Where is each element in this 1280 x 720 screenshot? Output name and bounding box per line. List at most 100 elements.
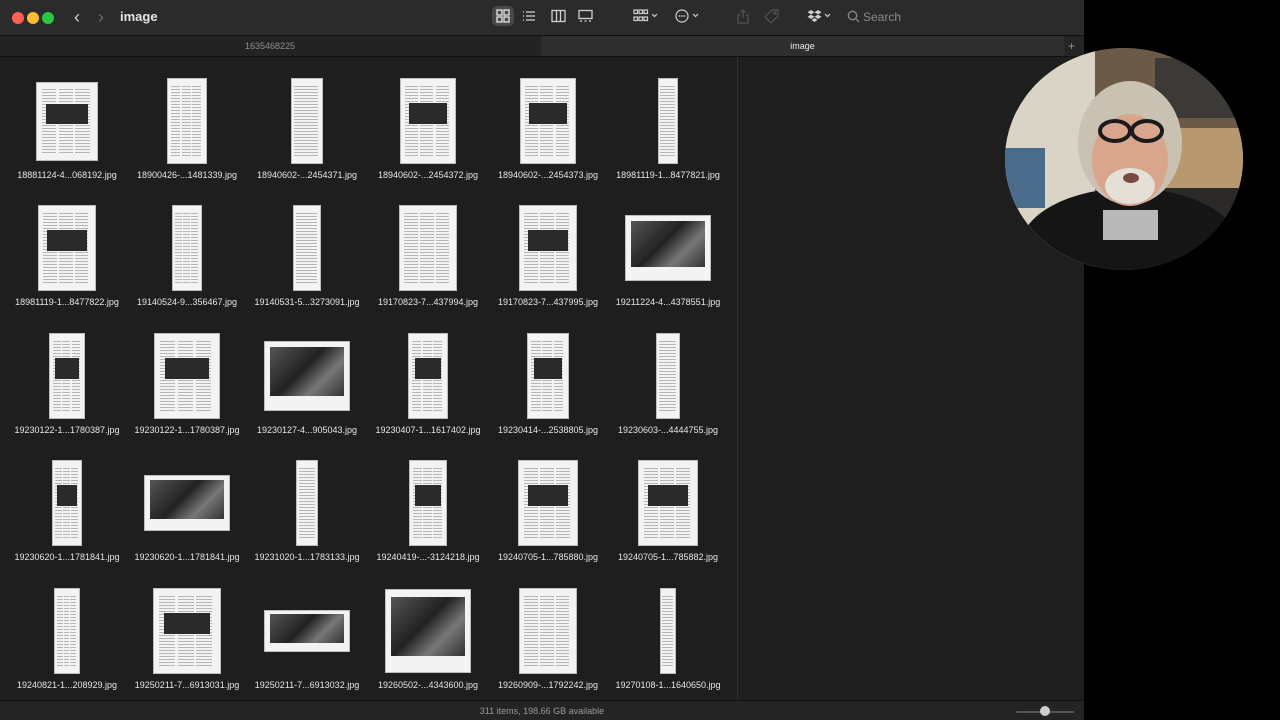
file-thumbnail[interactable] (638, 460, 698, 546)
file-name: 18981119-1...8477821.jpg (616, 170, 720, 180)
file-thumbnail[interactable] (167, 78, 207, 164)
dropbox-icon[interactable] (807, 9, 833, 25)
file-item[interactable]: 19230620-1...1781841.jpg (127, 460, 247, 580)
file-thumbnail[interactable] (400, 78, 456, 164)
file-thumbnail[interactable] (658, 78, 678, 164)
file-item[interactable]: 19170823-7...437995.jpg (488, 205, 608, 325)
file-item[interactable]: 19240419-...-3124218.jpg (368, 460, 488, 580)
file-item[interactable]: 19250211-7...6913031.jpg (127, 588, 247, 708)
file-thumbnail[interactable] (409, 460, 447, 546)
file-thumbnail[interactable] (527, 333, 569, 419)
file-thumbnail[interactable] (154, 333, 220, 419)
zoom-window-button[interactable] (42, 12, 54, 24)
file-item[interactable]: 19230127-4...905043.jpg (247, 333, 367, 453)
toolbar: ‹ › image Search (0, 0, 1084, 36)
file-item[interactable]: 19170823-7...437994.jpg (368, 205, 488, 325)
presenter-video-image (1005, 48, 1243, 270)
share-icon[interactable] (737, 9, 749, 25)
file-thumbnail[interactable] (172, 205, 202, 291)
file-thumbnail[interactable] (660, 588, 676, 674)
file-thumbnail[interactable] (38, 205, 96, 291)
file-thumbnail[interactable] (153, 588, 221, 674)
icon-view-icon[interactable] (496, 9, 510, 25)
file-item[interactable]: 19230414-...2538805.jpg (488, 333, 608, 453)
gallery-view-icon[interactable] (578, 9, 593, 25)
file-thumbnail[interactable] (385, 589, 471, 673)
file-thumbnail[interactable] (291, 78, 323, 164)
icon-size-slider-knob[interactable] (1040, 706, 1050, 716)
tab-image[interactable]: image (541, 36, 1064, 56)
add-tab-icon[interactable]: + (1068, 36, 1075, 56)
file-item[interactable]: 19230620-1...1781841.jpg (7, 460, 127, 580)
file-name: 19140524-9...356467.jpg (136, 297, 238, 307)
file-name: 19230620-1...1781841.jpg (134, 552, 240, 562)
file-item[interactable]: 19230603-...4444755.jpg (608, 333, 728, 453)
tag-icon[interactable] (764, 9, 779, 25)
file-item[interactable]: 19240705-1...785882.jpg (608, 460, 728, 580)
file-thumbnail[interactable] (519, 205, 577, 291)
webcam-overlay (1005, 48, 1243, 270)
file-item[interactable]: 19240705-1...785880.jpg (488, 460, 608, 580)
file-name: 18940602-...2454372.jpg (377, 170, 479, 180)
file-name: 19140531-5...3273091.jpg (254, 297, 360, 307)
search-placeholder: Search (863, 10, 902, 24)
minimize-window-button[interactable] (27, 12, 39, 24)
file-thumbnail[interactable] (520, 78, 576, 164)
file-name: 19260909-...1792242.jpg (497, 680, 599, 690)
file-name: 19250211-7...6913031.jpg (134, 680, 240, 690)
status-bar: 311 items, 198.66 GB available (0, 700, 1084, 720)
window-title: image (120, 9, 158, 24)
file-name: 19230407-1...1617402.jpg (375, 425, 481, 435)
search-icon (847, 10, 860, 23)
file-thumbnail[interactable] (519, 588, 577, 674)
file-item[interactable]: 19230122-1...1780387.jpg (7, 333, 127, 453)
search-field[interactable]: Search (842, 7, 1078, 27)
column-view-icon[interactable] (551, 9, 566, 25)
file-thumbnail[interactable] (518, 460, 578, 546)
file-thumbnail[interactable] (36, 81, 98, 161)
file-thumbnail[interactable] (54, 588, 80, 674)
file-name: 19250211-7...6913032.jpg (254, 680, 360, 690)
file-item[interactable]: 18940602-...2454373.jpg (488, 78, 608, 198)
chevron-left-icon[interactable]: ‹ (68, 8, 86, 26)
file-item[interactable]: 19211224-4...4378551.jpg (608, 205, 728, 325)
list-view-icon[interactable] (522, 9, 536, 25)
file-thumbnail[interactable] (399, 205, 457, 291)
file-item[interactable]: 19230407-1...1617402.jpg (368, 333, 488, 453)
file-item[interactable]: 18881124-4...068192.jpg (7, 78, 127, 198)
file-item[interactable]: 19230122-1...1780387.jpg (127, 333, 247, 453)
file-item[interactable]: 19270108-1...1640650.jpg (608, 588, 728, 708)
file-item[interactable]: 19240821-1...208929.jpg (7, 588, 127, 708)
tab-bar: 1635468225 image + (0, 36, 1084, 57)
file-item[interactable]: 19140531-5...3273091.jpg (247, 205, 367, 325)
file-name: 19231020-1...1783133.jpg (254, 552, 360, 562)
file-item[interactable]: 18940602-...2454372.jpg (368, 78, 488, 198)
file-thumbnail[interactable] (52, 460, 82, 546)
file-item[interactable]: 18981119-1...8477822.jpg (7, 205, 127, 325)
file-item[interactable]: 19140524-9...356467.jpg (127, 205, 247, 325)
file-thumbnail[interactable] (293, 205, 321, 291)
tab-1635468225[interactable]: 1635468225 (0, 36, 540, 56)
file-item[interactable]: 18981119-1...8477821.jpg (608, 78, 728, 198)
more-actions-icon[interactable] (675, 9, 701, 25)
file-thumbnail[interactable] (264, 610, 350, 652)
status-text: 311 items, 198.66 GB available (479, 706, 605, 716)
file-item[interactable]: 19231020-1...1783133.jpg (247, 460, 367, 580)
file-thumbnail[interactable] (625, 215, 711, 281)
file-item[interactable]: 18900426-...1481339.jpg (127, 78, 247, 198)
file-thumbnail[interactable] (656, 333, 680, 419)
close-window-button[interactable] (12, 12, 24, 24)
chevron-right-icon[interactable]: › (92, 8, 110, 26)
file-thumbnail[interactable] (264, 341, 350, 411)
file-item[interactable]: 19260909-...1792242.jpg (488, 588, 608, 708)
file-thumbnail[interactable] (49, 333, 85, 419)
file-thumbnail[interactable] (144, 475, 230, 531)
file-thumbnail[interactable] (296, 460, 318, 546)
file-item[interactable]: 18940602-...2454371.jpg (247, 78, 367, 198)
file-name: 19170823-7...437995.jpg (497, 297, 599, 307)
group-by-icon[interactable] (633, 9, 659, 25)
file-name: 18940602-...2454373.jpg (497, 170, 599, 180)
file-item[interactable]: 19250211-7...6913032.jpg (247, 588, 367, 708)
file-item[interactable]: 19260502-...4343600.jpg (368, 588, 488, 708)
file-thumbnail[interactable] (408, 333, 448, 419)
